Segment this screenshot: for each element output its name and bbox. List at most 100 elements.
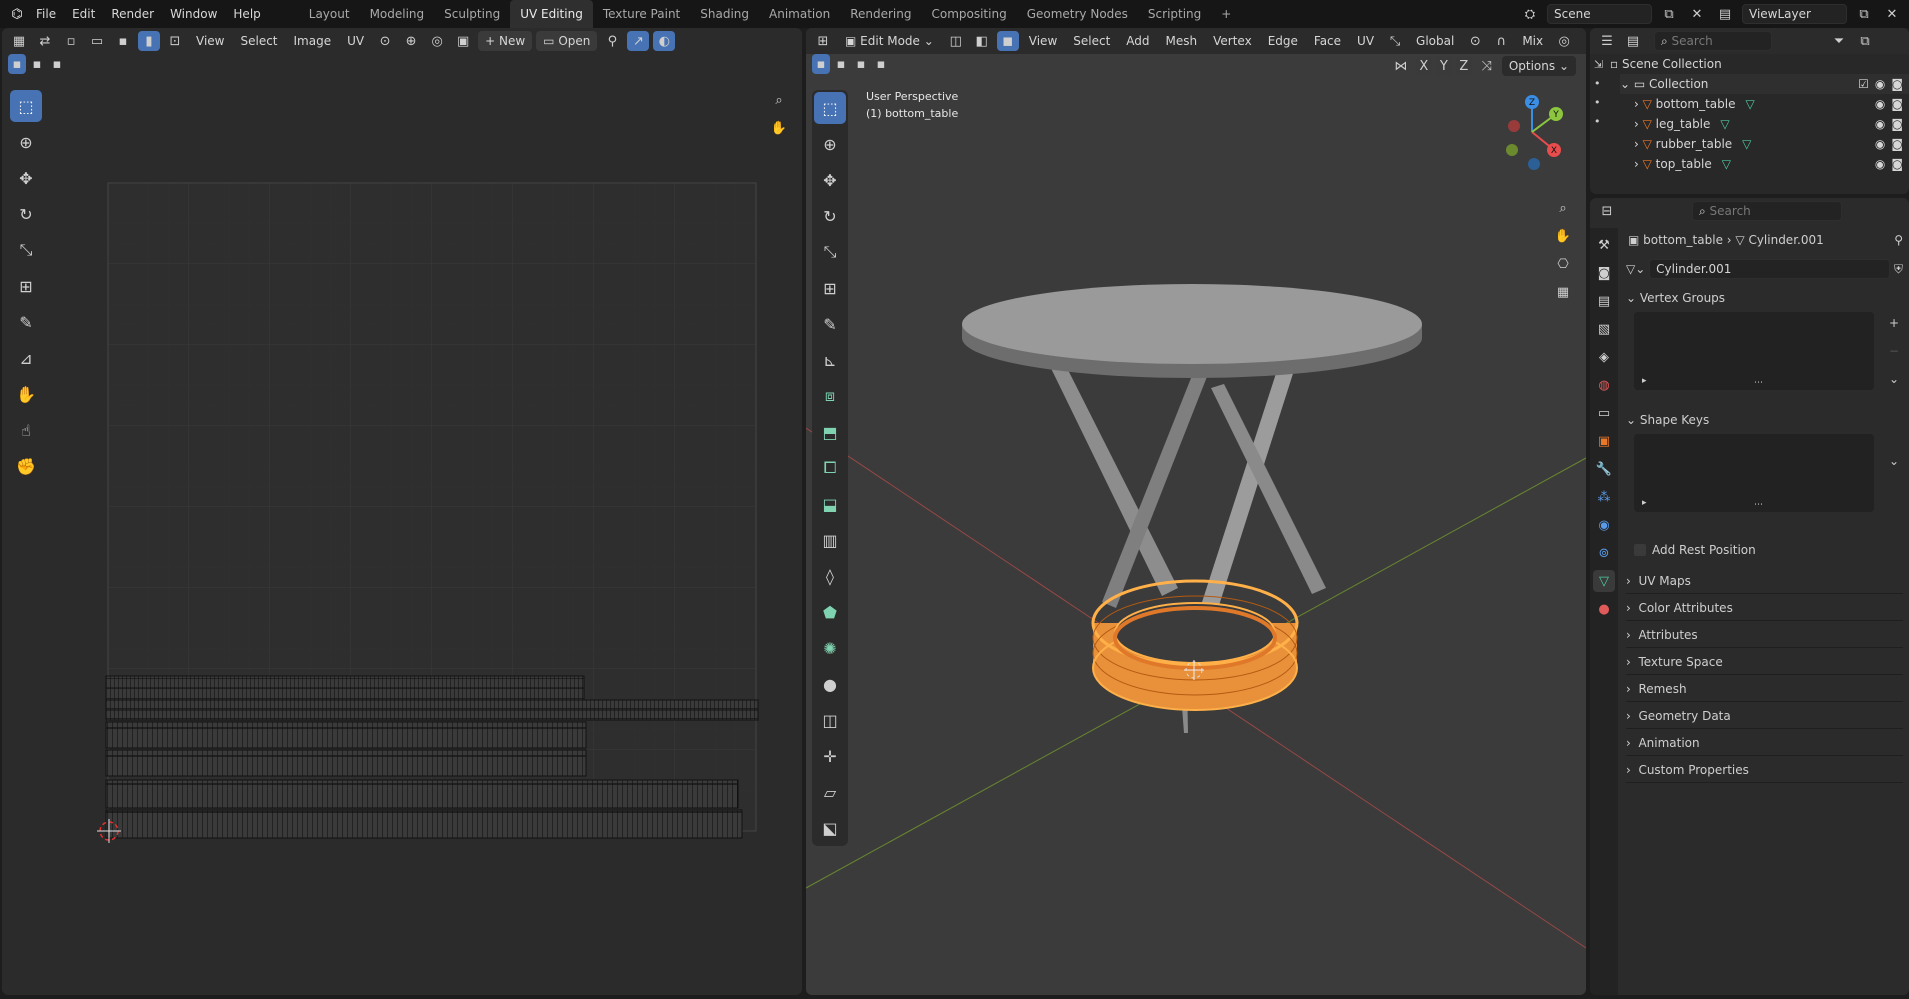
- tab-shading[interactable]: Shading: [690, 0, 759, 28]
- outliner-area[interactable]: ☰ ▤ ⌕ Search ⏷ ⧉ ⇲ • • • ▫ Scene Collect…: [1590, 28, 1909, 194]
- rip-tool-icon[interactable]: ⊿: [10, 342, 42, 374]
- vertex-select-icon[interactable]: ▫: [60, 31, 82, 51]
- pivot-icon[interactable]: ⊙: [374, 31, 396, 51]
- vertex-groups-header[interactable]: ⌄ Vertex Groups: [1626, 286, 1903, 310]
- display-mode-icon[interactable]: ▤: [1622, 31, 1644, 51]
- pinch-tool-icon[interactable]: ✊: [10, 450, 42, 482]
- tab-texture-paint[interactable]: Texture Paint: [593, 0, 690, 28]
- section-custom-properties[interactable]: › Custom Properties: [1626, 757, 1903, 783]
- outliner-restrict-icon[interactable]: ⇲: [1594, 58, 1603, 71]
- vp-measure-tool-icon[interactable]: ⊾: [814, 344, 846, 376]
- world-tab-icon[interactable]: ◍: [1593, 374, 1615, 396]
- tool-tab-icon[interactable]: ⚒: [1593, 234, 1615, 256]
- smooth-tool-icon[interactable]: ●: [814, 668, 846, 700]
- material-tab-icon[interactable]: ●: [1593, 598, 1615, 620]
- view-layer-tab-icon[interactable]: ▧: [1593, 318, 1615, 340]
- section-geometry-data[interactable]: › Geometry Data: [1626, 703, 1903, 729]
- pin-icon[interactable]: ⚲: [601, 31, 623, 51]
- navigation-gizmo[interactable]: Z Y X: [1502, 92, 1582, 172]
- blender-logo-icon[interactable]: ⌬: [6, 4, 28, 24]
- eye-icon[interactable]: ◉: [1875, 77, 1885, 91]
- shape-keys-list[interactable]: ▸ ⋯: [1634, 434, 1874, 512]
- eye-icon[interactable]: ◉: [1875, 157, 1885, 171]
- gizmo-neg-x-icon[interactable]: [1508, 120, 1520, 132]
- list-resize-handle-icon[interactable]: ⋯: [1754, 378, 1763, 388]
- object-tab-icon[interactable]: ▣: [1593, 430, 1615, 452]
- properties-search-input[interactable]: ⌕ Search: [1692, 201, 1842, 221]
- uv-menu-uv[interactable]: UV: [341, 34, 370, 48]
- scene-tab-icon[interactable]: ◈: [1593, 346, 1615, 368]
- camera-icon[interactable]: ◙: [1891, 77, 1903, 91]
- data-tab-icon[interactable]: ▽: [1593, 570, 1615, 592]
- tab-compositing[interactable]: Compositing: [921, 0, 1016, 28]
- menu-render[interactable]: Render: [103, 0, 162, 28]
- list-resize-handle-icon[interactable]: ⋯: [1754, 500, 1763, 510]
- vp-move-tool-icon[interactable]: ✥: [814, 164, 846, 196]
- mesh-browse-icon[interactable]: ▽⌄: [1626, 262, 1649, 276]
- select-extend-icon[interactable]: ▪: [28, 54, 46, 74]
- constraints-tab-icon[interactable]: ⊚: [1593, 542, 1615, 564]
- camera-icon[interactable]: ◙: [1891, 157, 1903, 171]
- vp-zoom-icon[interactable]: ⌕: [1552, 198, 1574, 218]
- gizmo-toggle-icon[interactable]: ↗: [627, 31, 650, 51]
- vertex-group-menu-icon[interactable]: ⌄: [1889, 372, 1899, 386]
- collection-tab-icon[interactable]: ▭: [1593, 402, 1615, 424]
- delete-view-layer-icon[interactable]: ✕: [1881, 4, 1903, 24]
- tab-animation[interactable]: Animation: [759, 0, 840, 28]
- checkbox-icon[interactable]: [1634, 544, 1646, 556]
- pan-hand-icon[interactable]: ✋: [768, 118, 790, 138]
- eye-icon[interactable]: ◉: [1875, 137, 1885, 151]
- new-image-button[interactable]: + New: [478, 31, 533, 51]
- uv-menu-image[interactable]: Image: [288, 34, 338, 48]
- tab-uv-editing[interactable]: UV Editing: [510, 0, 593, 28]
- new-view-layer-icon[interactable]: ⧉: [1853, 4, 1875, 24]
- add-rest-position-row[interactable]: Add Rest Position: [1634, 540, 1756, 560]
- menu-help[interactable]: Help: [225, 0, 268, 28]
- checkbox-icon[interactable]: ☑: [1858, 77, 1869, 91]
- pin-icon[interactable]: ⚲: [1894, 233, 1903, 247]
- outliner-item-rubber-table[interactable]: › ▽ rubber_table ▽ ◉ ◙: [1634, 134, 1909, 154]
- new-scene-icon[interactable]: ⧉: [1658, 4, 1680, 24]
- edge-slide-tool-icon[interactable]: ◫: [814, 704, 846, 736]
- menu-window[interactable]: Window: [162, 0, 225, 28]
- camera-view-icon[interactable]: ⎔: [1552, 254, 1574, 274]
- sticky-selection-icon[interactable]: ⊡: [164, 31, 186, 51]
- gizmo-neg-z-icon[interactable]: [1528, 158, 1540, 170]
- particles-tab-icon[interactable]: ⁂: [1593, 486, 1615, 508]
- view-layer-icon[interactable]: ▤: [1714, 4, 1736, 24]
- output-tab-icon[interactable]: ▤: [1593, 290, 1615, 312]
- zoom-icon[interactable]: ⌕: [768, 90, 790, 110]
- eye-icon[interactable]: ◉: [1875, 117, 1885, 131]
- filter-icon[interactable]: ⏷: [1828, 31, 1850, 51]
- select-subtract-icon[interactable]: ▪: [48, 54, 66, 74]
- scene-collection-row[interactable]: ▫ Scene Collection: [1610, 54, 1909, 74]
- vp-select-tool-icon[interactable]: ⬚: [814, 92, 846, 124]
- collection-row[interactable]: ⌄ ▭ Collection ☑ ◉ ◙: [1620, 74, 1909, 94]
- rip-region-tool-icon[interactable]: ⬕: [814, 812, 846, 844]
- outliner-item-top-table[interactable]: › ▽ top_table ▽ ◉ ◙: [1634, 154, 1909, 174]
- spin-tool-icon[interactable]: ✺: [814, 632, 846, 664]
- tab-sculpting[interactable]: Sculpting: [434, 0, 510, 28]
- loop-cut-tool-icon[interactable]: ▥: [814, 524, 846, 556]
- scale-tool-icon[interactable]: ⤡: [10, 234, 42, 266]
- annotate-tool-icon[interactable]: ✎: [10, 306, 42, 338]
- sync-selection-icon[interactable]: ⇄: [34, 31, 56, 51]
- vp-pan-icon[interactable]: ✋: [1552, 226, 1574, 246]
- outliner-item-bottom-table[interactable]: › ▽ bottom_table ▽ ◉ ◙: [1634, 94, 1909, 114]
- render-tab-icon[interactable]: ◙: [1593, 262, 1615, 284]
- remove-vertex-group-icon[interactable]: −: [1889, 344, 1899, 358]
- outliner-item-leg-table[interactable]: › ▽ leg_table ▽ ◉ ◙: [1634, 114, 1909, 134]
- extrude-tool-icon[interactable]: ⬒: [814, 416, 846, 448]
- select-new-icon[interactable]: ▪: [8, 54, 26, 74]
- eye-icon[interactable]: ◉: [1875, 97, 1885, 111]
- section-animation[interactable]: › Animation: [1626, 730, 1903, 756]
- snap-icon[interactable]: ⊕: [400, 31, 422, 51]
- vp-scale-tool-icon[interactable]: ⤡: [814, 236, 846, 268]
- vp-cursor-tool-icon[interactable]: ⊕: [814, 128, 846, 160]
- view-layer-selector[interactable]: ViewLayer: [1742, 4, 1847, 24]
- scene-icon[interactable]: ⛭: [1519, 4, 1541, 24]
- shape-keys-header[interactable]: ⌄ Shape Keys: [1626, 408, 1903, 432]
- scene-selector[interactable]: Scene: [1547, 4, 1652, 24]
- tab-layout[interactable]: Layout: [299, 0, 360, 28]
- vp-annotate-tool-icon[interactable]: ✎: [814, 308, 846, 340]
